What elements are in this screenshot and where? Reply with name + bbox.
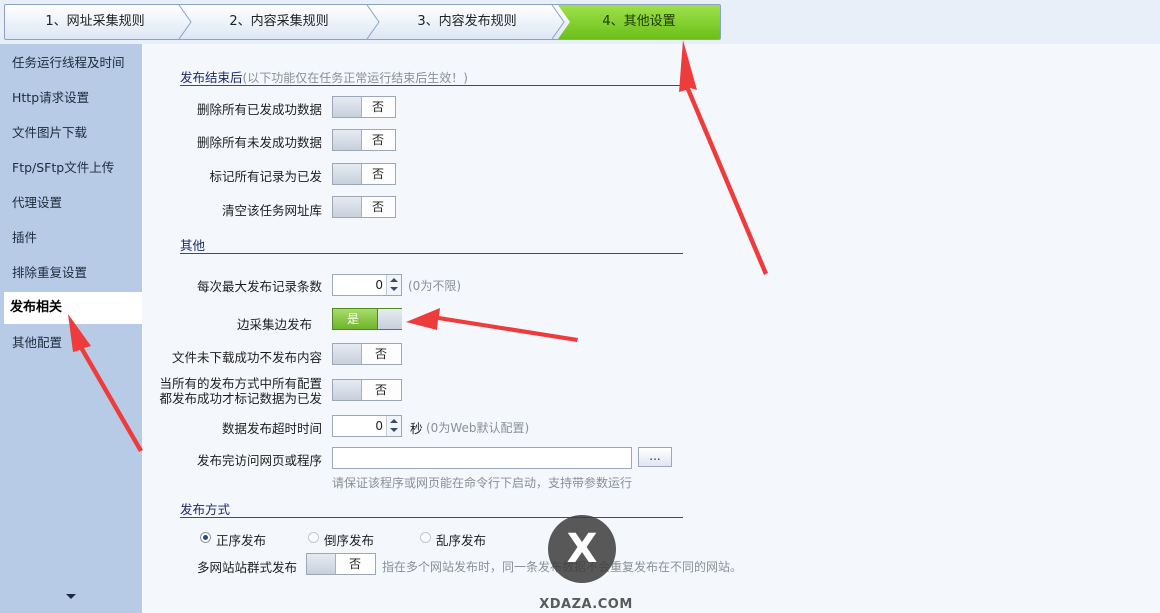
label-file-fail: 文件未下载成功不发布内容 [171, 350, 322, 365]
timeout-stepper[interactable]: 0 [332, 415, 402, 437]
label-line: 都发布成功才标记数据为已发 [159, 391, 322, 406]
toggle-knob [333, 164, 362, 184]
label-max-records: 每次最大发布记录条数 [196, 279, 322, 294]
settings-sidebar: 任务运行线程及时间 Http请求设置 文件图片下载 Ftp/SFtp文件上传 代… [0, 44, 143, 613]
sidebar-item-proxy[interactable]: 代理设置 [6, 187, 142, 219]
watermark-badge: X [548, 515, 616, 583]
toggle-knob [377, 309, 402, 329]
toggle-knob [333, 130, 362, 150]
divider [180, 253, 683, 254]
toggle-value: 否 [371, 200, 384, 214]
radio-label: 乱序发布 [436, 533, 487, 548]
scroll-down-icon[interactable] [66, 594, 76, 599]
radio-dot [420, 532, 431, 543]
step-url-rules[interactable]: 1、网址采集规则 [5, 5, 185, 39]
section-title-after-publish: 发布结束后(以下功能仅在任务正常运行结束后生效！) [180, 67, 468, 86]
toggle-delete-failed[interactable]: 否 [332, 129, 396, 151]
step-bar: 1、网址采集规则 2、内容采集规则 3、内容发布规则 4、其他设置 [4, 4, 721, 40]
toggle-knob [333, 344, 362, 364]
arrow-up-icon[interactable] [390, 419, 398, 423]
step-publish-rules[interactable]: 3、内容发布规则 [373, 5, 561, 39]
toggle-value: 否 [348, 557, 361, 571]
label-timeout: 数据发布超时时间 [221, 421, 322, 436]
toggle-knob [333, 197, 362, 217]
settings-panel: 发布结束后(以下功能仅在任务正常运行结束后生效！) 删除所有已发成功数据 否 删… [142, 44, 1160, 613]
sidebar-item-other-config[interactable]: 其他配置 [6, 327, 142, 359]
timeout-hint: (0为Web默认配置) [426, 421, 530, 435]
toggle-value: 否 [374, 347, 387, 361]
toggle-file-fail[interactable]: 否 [332, 343, 402, 365]
toggle-all-success[interactable]: 否 [332, 379, 402, 401]
toggle-clear-url-db[interactable]: 否 [332, 196, 396, 218]
toggle-knob [307, 554, 336, 574]
visit-after-hint: 请保证该程序或网页能在命令行下启动，支持带参数运行 [332, 476, 633, 490]
watermark-text: XDAZA.COM [539, 597, 633, 612]
radio-reverse[interactable]: 倒序发布 [308, 530, 398, 548]
label-delete-succeeded: 删除所有已发成功数据 [196, 102, 322, 117]
toggle-value: 否 [371, 100, 384, 114]
stepper-value: 0 [375, 278, 383, 292]
arrow-up-icon[interactable] [390, 278, 398, 282]
step-other-settings[interactable]: 4、其他设置 [558, 5, 720, 39]
max-records-hint: (0为不限) [408, 279, 461, 293]
section-note: (以下功能仅在任务正常运行结束后生效！) [242, 71, 468, 85]
divider [180, 85, 683, 86]
toggle-knob [333, 380, 362, 400]
radio-random[interactable]: 乱序发布 [420, 530, 510, 548]
sidebar-item-publish[interactable]: 发布相关 [4, 292, 142, 324]
label-clear-url-db: 清空该任务网址库 [221, 203, 322, 218]
visit-after-input[interactable] [332, 447, 632, 469]
label-delete-failed: 删除所有未发成功数据 [196, 135, 322, 150]
browse-button[interactable]: ... [638, 447, 672, 467]
sidebar-item-http[interactable]: Http请求设置 [6, 82, 142, 114]
toggle-value: 否 [374, 383, 387, 397]
arrow-down-icon[interactable] [390, 287, 398, 291]
section-title-other: 其他 [180, 238, 206, 253]
stepper-arrows[interactable] [386, 275, 401, 295]
toggle-collect-publish[interactable]: 是 [332, 308, 402, 330]
stepper-arrows[interactable] [386, 416, 401, 436]
stepper-value: 0 [375, 419, 383, 433]
radio-label: 正序发布 [216, 533, 267, 548]
toggle-value: 否 [371, 167, 384, 181]
toggle-value: 是 [346, 312, 359, 326]
toggle-value: 否 [371, 133, 384, 147]
sidebar-item-dedupe[interactable]: 排除重复设置 [6, 257, 142, 289]
toggle-multi-site[interactable]: 否 [306, 553, 376, 575]
sidebar-item-file-download[interactable]: 文件图片下载 [6, 117, 142, 149]
label-line: 当所有的发布方式中所有配置 [159, 376, 322, 391]
section-title: 发布结束后 [180, 70, 243, 85]
label-all-success: 当所有的发布方式中所有配置 都发布成功才标记数据为已发 [152, 376, 322, 406]
watermark-glyph: X [566, 526, 598, 572]
step-content-rules[interactable]: 2、内容采集规则 [185, 5, 373, 39]
toggle-knob [333, 97, 362, 117]
radio-sequential[interactable]: 正序发布 [200, 530, 290, 548]
timeout-unit: 秒 [410, 421, 423, 436]
label-collect-publish: 边采集边发布 [236, 317, 312, 332]
wizard-steps: 1、网址采集规则 2、内容采集规则 3、内容发布规则 4、其他设置 [0, 0, 1160, 44]
max-records-stepper[interactable]: 0 [332, 274, 402, 296]
sidebar-item-plugin[interactable]: 插件 [6, 222, 142, 254]
toggle-delete-succeeded[interactable]: 否 [332, 96, 396, 118]
sidebar-item-ftp-upload[interactable]: Ftp/SFtp文件上传 [6, 152, 142, 184]
label-multi-site: 多网站站群式发布 [196, 560, 297, 575]
label-visit-after: 发布完访问网页或程序 [196, 453, 322, 468]
label-mark-published: 标记所有记录为已发 [209, 169, 322, 184]
toggle-mark-published[interactable]: 否 [332, 163, 396, 185]
section-title-publish-mode: 发布方式 [180, 502, 231, 517]
arrow-down-icon[interactable] [390, 428, 398, 432]
radio-dot [200, 532, 211, 543]
radio-label: 倒序发布 [324, 533, 375, 548]
radio-dot [308, 532, 319, 543]
sidebar-item-thread-time[interactable]: 任务运行线程及时间 [6, 47, 142, 79]
